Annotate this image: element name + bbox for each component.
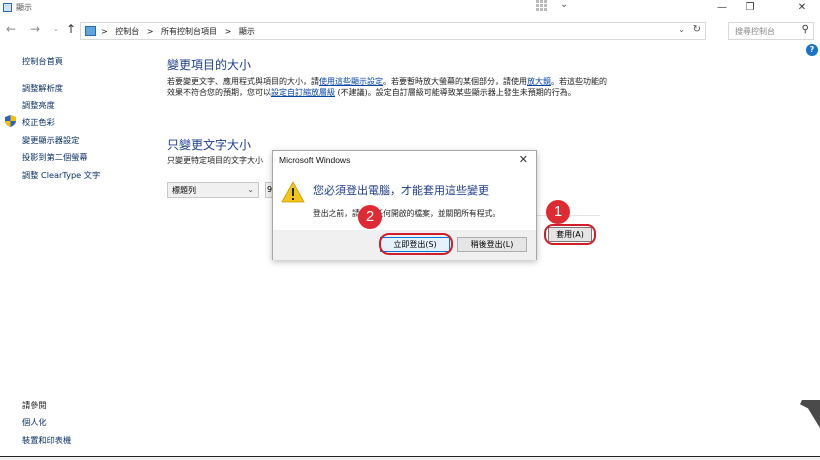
up-button[interactable]: ↑ xyxy=(66,22,76,36)
close-window-button[interactable]: ✕ xyxy=(788,0,816,16)
step-marker-2: 2 xyxy=(358,205,382,229)
sidebar-item-calibrate-color[interactable]: 校正色彩 xyxy=(22,116,55,128)
search-icon: ⚲ xyxy=(801,24,809,35)
display-icon xyxy=(3,3,12,12)
address-bar[interactable]: > 控制台 > 所有控制台項目 > 顯示 ⌄ ↻ xyxy=(80,22,706,40)
sidebar-item-cleartype[interactable]: 調整 ClearType 文字 xyxy=(22,169,100,181)
element-select-value: 標題列 xyxy=(172,186,196,195)
text: 若要變更文字、應用程式與項目的大小，請 xyxy=(167,77,319,86)
back-button[interactable]: ← xyxy=(6,22,16,36)
step-marker-1: 1 xyxy=(546,200,570,224)
highlight-ring xyxy=(544,224,596,245)
sidebar-item-devices-printers[interactable]: 裝置和印表機 xyxy=(22,434,71,446)
custom-scaling-link[interactable]: 設定自訂縮放層級 xyxy=(271,88,335,97)
control-panel-icon xyxy=(85,26,96,36)
display-settings-link[interactable]: 使用這些顯示設定 xyxy=(319,77,383,86)
dialog-main-instruction: 您必須登出電腦，才能套用這些變更 xyxy=(313,184,489,197)
shield-icon xyxy=(5,115,16,127)
see-also-label: 請參閱 xyxy=(22,400,47,410)
breadcrumb: > 控制台 > 所有控制台項目 > 顯示 xyxy=(101,26,260,37)
sidebar-item-personalization[interactable]: 個人化 xyxy=(22,416,47,428)
recent-locations-button[interactable]: ⌄ xyxy=(53,25,59,33)
heading-text-size: 只變更文字大小 xyxy=(167,138,252,152)
search-placeholder: 搜尋控制台 xyxy=(735,27,775,36)
text: (不建議)。設定自訂層級可能導致某些顯示器上發生未預期的行為。 xyxy=(335,88,576,97)
decorative-shape xyxy=(800,400,820,428)
address-dropdown-icon[interactable]: ⌄ xyxy=(678,25,685,34)
window-title: 顯示 xyxy=(16,3,32,12)
sidebar-item-project[interactable]: 投影到第二個螢幕 xyxy=(22,151,88,163)
sidebar-item-resolution[interactable]: 調整解析度 xyxy=(22,82,63,94)
view-dropdown-icon[interactable]: ⌄ xyxy=(560,0,568,10)
warning-icon xyxy=(281,181,305,203)
breadcrumb-separator[interactable]: > xyxy=(101,27,108,36)
navigation-bar: ← → ⌄ ↑ > 控制台 > 所有控制台項目 > 顯示 ⌄ ↻ 搜尋控制台 ⚲ xyxy=(0,20,820,42)
title-bar: 顯示 ⌄ — ❐ ✕ xyxy=(0,0,820,16)
signout-later-button[interactable]: 稍後登出(L) xyxy=(457,237,527,252)
sidebar-item-display-settings[interactable]: 變更顯示器設定 xyxy=(22,134,79,146)
view-grid-icon[interactable] xyxy=(536,0,550,12)
chevron-down-icon: ⌄ xyxy=(247,185,254,194)
dialog-title: Microsoft Windows xyxy=(279,155,351,165)
text: 。若要暫時放大螢幕的某個部分，請使用 xyxy=(383,77,527,86)
forward-button[interactable]: → xyxy=(30,22,40,36)
breadcrumb-separator[interactable]: > xyxy=(225,27,232,36)
heading-change-size: 變更項目的大小 xyxy=(167,58,252,72)
sidebar-item-home[interactable]: 控制台首頁 xyxy=(22,55,63,67)
refresh-icon[interactable]: ↻ xyxy=(693,24,701,35)
help-icon[interactable]: ? xyxy=(806,44,818,56)
magnifier-link[interactable]: 放大鏡 xyxy=(527,77,551,86)
sidebar-item-brightness[interactable]: 調整亮度 xyxy=(22,99,55,111)
close-icon[interactable]: ✕ xyxy=(519,153,528,166)
breadcrumb-all-items[interactable]: 所有控制台項目 xyxy=(161,27,217,36)
breadcrumb-separator[interactable]: > xyxy=(147,27,154,36)
element-select[interactable]: 標題列 ⌄ xyxy=(167,182,259,198)
taskbar-edge xyxy=(0,456,820,460)
text-size-description: 只變更特定項目的文字大小 xyxy=(167,156,263,165)
minimize-button[interactable]: — xyxy=(708,0,736,16)
breadcrumb-display[interactable]: 顯示 xyxy=(239,27,255,36)
search-input[interactable]: 搜尋控制台 ⚲ xyxy=(728,22,814,40)
change-size-description: 若要變更文字、應用程式與項目的大小，請使用這些顯示設定。若要暫時放大螢幕的某個部… xyxy=(167,76,607,98)
maximize-button[interactable]: ❐ xyxy=(736,0,764,16)
dialog-description: 登出之前，請儲存任何開啟的檔案，並關閉所有程式。 xyxy=(313,209,501,218)
highlight-ring xyxy=(379,233,453,255)
breadcrumb-control-panel[interactable]: 控制台 xyxy=(115,27,139,36)
